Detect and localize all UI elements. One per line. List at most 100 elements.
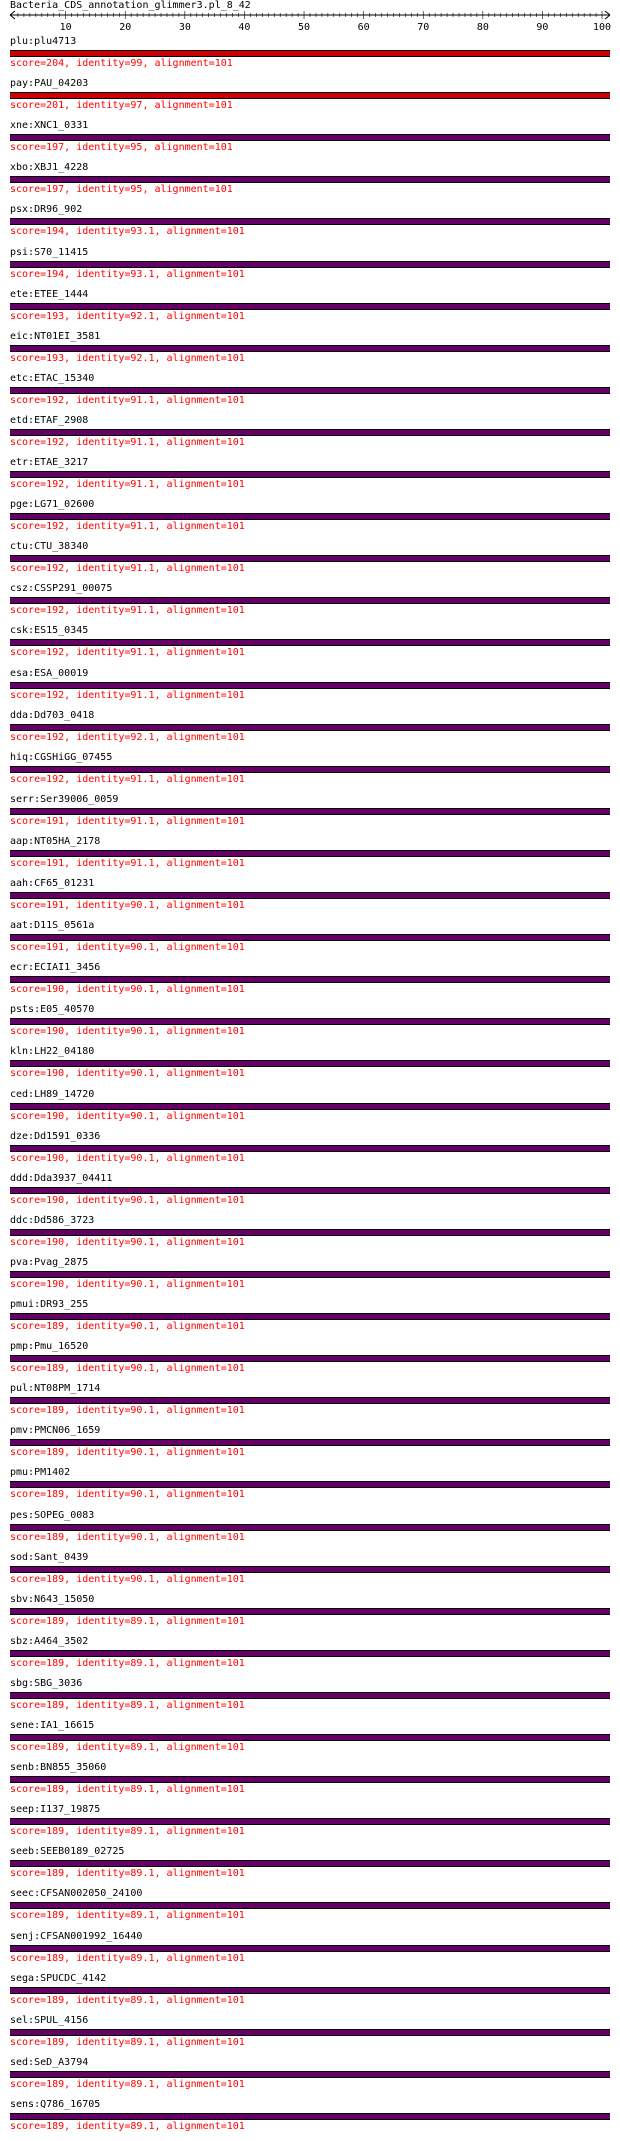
hit-row: etr:ETAE_3217 score=192, identity=91.1, a…: [0, 457, 620, 499]
alignment-bar: [10, 892, 610, 899]
alignment-bar: [10, 1228, 610, 1236]
alignment-bar: [10, 597, 610, 605]
alignment-bar: [10, 176, 610, 184]
hit-label[interactable]: xbo:XBJ1_4228: [10, 162, 88, 174]
hit-stats: score=189, identity=89.1, alignment=101: [10, 1868, 245, 1880]
hit-label[interactable]: sbv:N643_15050: [10, 1594, 94, 1606]
hit-row: hiq:CGSHiGG_07455 score=192, identity=91.…: [0, 752, 620, 794]
alignment-bar: [10, 555, 610, 563]
hit-label[interactable]: seeb:SEEB0189_02725: [10, 1846, 124, 1858]
hit-label[interactable]: pge:LG71_02600: [10, 499, 94, 511]
hit-row: etd:ETAF_2908 score=192, identity=91.1, a…: [0, 415, 620, 457]
hit-label[interactable]: senj:CFSAN001992_16440: [10, 1931, 142, 1943]
hit-label[interactable]: psts:E05_40570: [10, 1004, 94, 1016]
hit-label[interactable]: pay:PAU_04203: [10, 78, 88, 90]
hit-stats: score=189, identity=89.1, alignment=101: [10, 1742, 245, 1753]
hit-label[interactable]: pul:NT08PM_1714: [10, 1383, 100, 1395]
hit-label[interactable]: psi:S70_11415: [10, 247, 88, 259]
alignment-bar: [10, 1902, 610, 1910]
hit-label[interactable]: esa:ESA_00019: [10, 668, 88, 680]
hit-label[interactable]: csz:CSSP291_00075: [10, 583, 112, 595]
hit-label[interactable]: aap:NT05HA_2178: [10, 836, 100, 848]
hit-label[interactable]: eic:NT01EI_3581: [10, 331, 100, 343]
alignment-bar: [10, 1818, 610, 1826]
alignment-bar: [10, 1649, 610, 1657]
hit-stats: score=190, identity=90.1, alignment=101: [10, 1236, 245, 1248]
hit-stats: score=190, identity=90.1, alignment=101: [10, 1152, 245, 1164]
hit-row: aat:D11S_0561a score=191, identity=90.1, …: [0, 920, 620, 962]
hit-row: psx:DR96_902 score=194, identity=93.1, al…: [0, 204, 620, 246]
hit-label[interactable]: aat:D11S_0561a: [10, 920, 94, 932]
hit-row: dze:Dd1591_0336 score=190, identity=90.1,…: [0, 1131, 620, 1173]
hit-stats: score=189, identity=89.1, alignment=101: [10, 1952, 245, 1964]
hit-label[interactable]: kln:LH22_04180: [10, 1046, 94, 1058]
ruler-tick-label: 50: [298, 22, 310, 33]
hit-row: sbz:A464_3502 score=189, identity=89.1, a…: [0, 1636, 620, 1678]
hit-label[interactable]: hiq:CGSHiGG_07455: [10, 752, 112, 764]
hit-label[interactable]: pmp:Pmu_16520: [10, 1341, 88, 1353]
hit-label[interactable]: sens:Q786_16705: [10, 2099, 100, 2111]
hit-row: pul:NT08PM_1714 score=189, identity=90.1,…: [0, 1383, 620, 1425]
hit-row: eic:NT01EI_3581 score=193, identity=92.1,…: [0, 331, 620, 373]
hit-row: aah:CF65_01231 score=191, identity=90.1, …: [0, 878, 620, 920]
hit-label[interactable]: pes:SOPEG_0083: [10, 1510, 94, 1522]
alignment-bar: [10, 2112, 610, 2120]
hit-row: csk:ES15_0345 score=192, identity=91.1, a…: [0, 625, 620, 667]
hit-label[interactable]: pmv:PMCN06_1659: [10, 1425, 100, 1437]
hit-label[interactable]: sed:SeD_A3794: [10, 2057, 88, 2069]
hit-row: etc:ETAC_15340 score=192, identity=91.1, …: [0, 373, 620, 415]
hit-stats: score=189, identity=89.1, alignment=101: [10, 1994, 245, 2006]
hit-stats: score=189, identity=89.1, alignment=101: [10, 1910, 245, 1922]
hit-label[interactable]: sbg:SBG_3036: [10, 1678, 82, 1690]
hit-stats: score=192, identity=91.1, alignment=101: [10, 479, 245, 490]
hit-label[interactable]: seep:I137_19875: [10, 1804, 100, 1816]
hit-label[interactable]: seec:CFSAN002050_24100: [10, 1888, 142, 1900]
hit-stats: score=192, identity=91.1, alignment=101: [10, 773, 245, 785]
hit-stats: score=192, identity=91.1, alignment=101: [10, 605, 245, 617]
alignment-bar: [10, 639, 610, 647]
hit-label[interactable]: etd:ETAF_2908: [10, 415, 88, 427]
hit-label[interactable]: ddc:Dd586_3723: [10, 1215, 94, 1227]
hit-label[interactable]: plu:plu4713: [10, 36, 76, 48]
hit-label[interactable]: pmui:DR93_255: [10, 1299, 88, 1311]
hit-label[interactable]: pva:Pvag_2875: [10, 1257, 88, 1269]
hit-label[interactable]: ete:ETEE_1444: [10, 289, 88, 301]
hit-label[interactable]: aah:CF65_01231: [10, 878, 94, 890]
hit-label[interactable]: psx:DR96_902: [10, 204, 82, 216]
hit-label[interactable]: serr:Ser39006_0059: [10, 794, 118, 806]
hit-label[interactable]: ecr:ECIAI1_3456: [10, 962, 100, 974]
hit-row: aap:NT05HA_2178 score=191, identity=91.1,…: [0, 836, 620, 878]
hit-label[interactable]: etc:ETAC_15340: [10, 373, 94, 385]
hit-row: pay:PAU_04203 score=201, identity=97, ali…: [0, 78, 620, 120]
alignment-bar: [10, 1565, 610, 1573]
hit-stats: score=191, identity=90.1, alignment=101: [10, 900, 245, 911]
position-ruler: 10 20 30 40 50 60 70 80 90 100: [9, 10, 611, 33]
alignment-bar: [10, 681, 610, 689]
alignment-bar: [10, 1523, 610, 1531]
hit-stats: score=191, identity=91.1, alignment=101: [10, 857, 245, 869]
hit-stats: score=194, identity=93.1, alignment=101: [10, 226, 245, 238]
hit-label[interactable]: ced:LH89_14720: [10, 1089, 94, 1101]
hit-stats: score=189, identity=89.1, alignment=101: [10, 1826, 245, 1838]
hit-stats: score=189, identity=89.1, alignment=101: [10, 1657, 245, 1669]
hit-label[interactable]: csk:ES15_0345: [10, 625, 88, 637]
hit-label[interactable]: sene:IA1_16615: [10, 1720, 94, 1732]
hit-label[interactable]: dda:Dd703_0418: [10, 710, 94, 722]
hit-stats: score=193, identity=92.1, alignment=101: [10, 310, 245, 322]
ruler-tick-label: 60: [358, 22, 370, 33]
hit-label[interactable]: sbz:A464_3502: [10, 1636, 88, 1648]
hit-label[interactable]: xne:XNC1_0331: [10, 120, 88, 132]
hit-label[interactable]: dze:Dd1591_0336: [10, 1131, 100, 1143]
hit-label[interactable]: ddd:Dda3937_04411: [10, 1173, 112, 1185]
hit-label[interactable]: sega:SPUCDC_4142: [10, 1973, 106, 1985]
hit-label[interactable]: etr:ETAE_3217: [10, 457, 88, 469]
hit-label[interactable]: sel:SPUL_4156: [10, 2015, 88, 2027]
hit-row: pmu:PM1402 score=189, identity=90.1, alig…: [0, 1467, 620, 1509]
hit-label[interactable]: pmu:PM1402: [10, 1467, 70, 1479]
hit-label[interactable]: sod:Sant_0439: [10, 1552, 88, 1564]
alignment-bar: [10, 849, 610, 857]
hit-label[interactable]: senb:BN855_35060: [10, 1762, 106, 1774]
hit-label[interactable]: ctu:CTU_38340: [10, 541, 88, 553]
alignment-bar: [10, 513, 610, 521]
alignment-bar: [10, 218, 610, 226]
